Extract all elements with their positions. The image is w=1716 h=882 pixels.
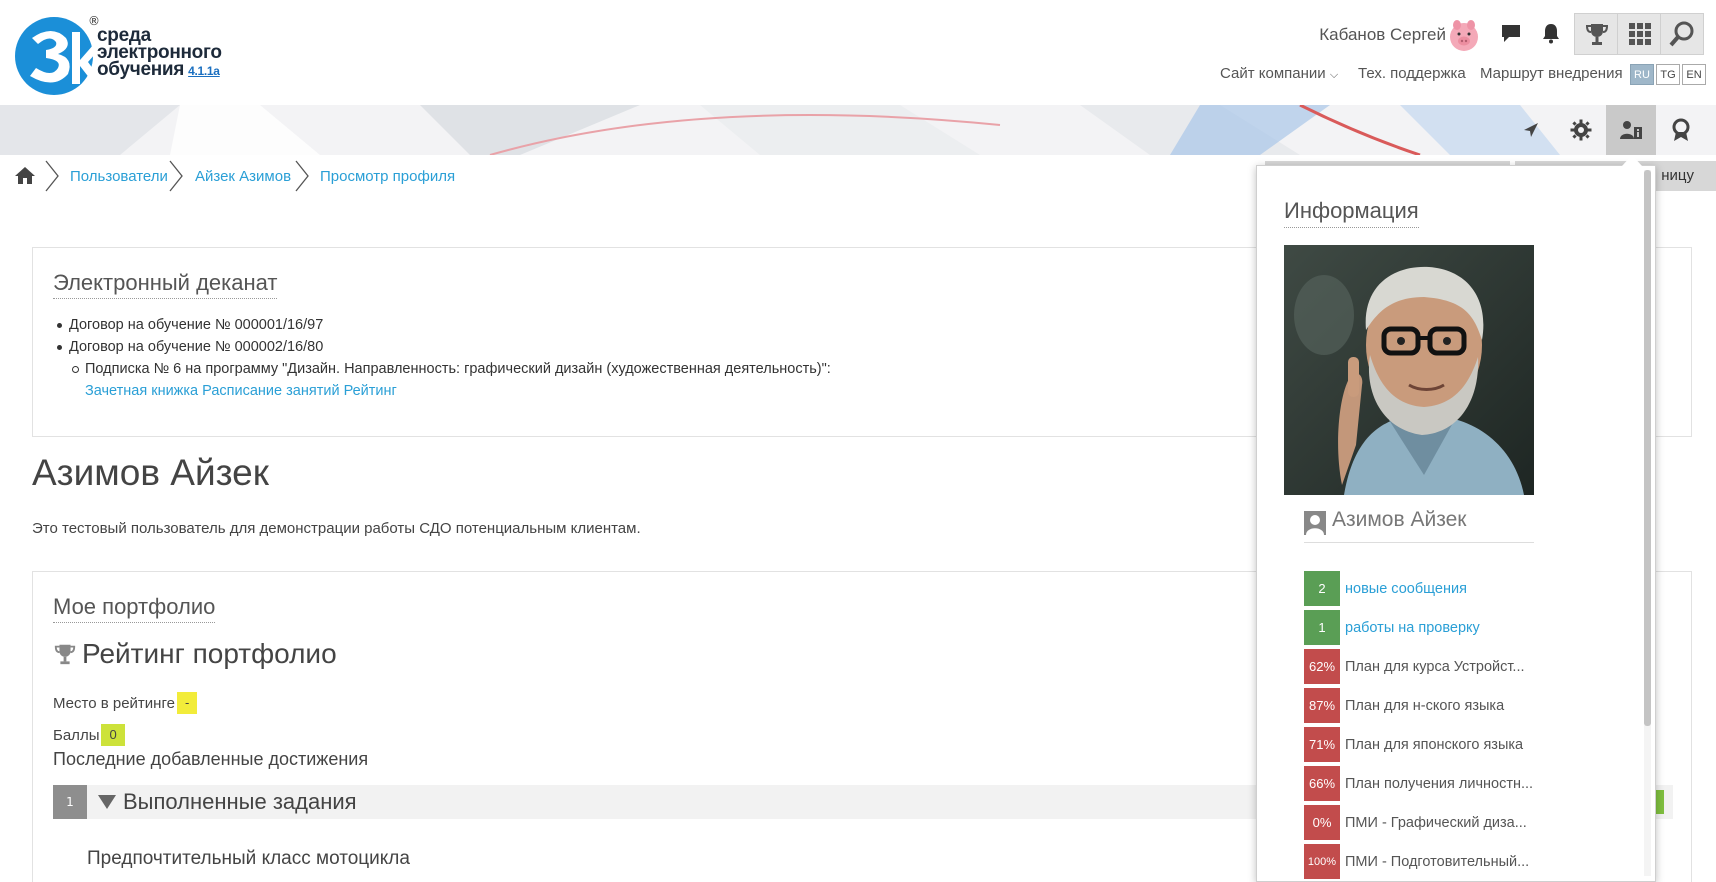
info-row-label: План для курса Устройст... — [1345, 658, 1525, 675]
score-label: Баллы — [53, 726, 100, 744]
info-row-label[interactable]: новые сообщения — [1345, 581, 1467, 597]
completed-tasks-count: 1 — [53, 785, 87, 819]
schedule-link[interactable]: Расписание занятий — [202, 383, 339, 399]
subscription-item: Подписка № 6 на программу "Дизайн. Напра… — [71, 358, 831, 380]
info-row-plan[interactable]: 71% План для японского языка — [1304, 727, 1604, 762]
portfolio-rating-label: Рейтинг портфолио — [82, 638, 337, 669]
progress-badge: 66% — [1304, 766, 1340, 801]
count-badge: 2 — [1304, 571, 1340, 606]
logo-line-3-text: обучения — [97, 59, 185, 80]
info-row-label: План для н-ского языка — [1345, 697, 1505, 714]
company-site-link[interactable]: Сайт компании ⌵ — [1220, 65, 1338, 82]
banner-decoration — [0, 105, 1560, 155]
contract-item: Договор на обучение № 000001/16/97 — [55, 314, 831, 336]
route-link[interactable]: Маршрут внедрения — [1480, 65, 1623, 82]
info-row-label: План для японского языка — [1345, 736, 1524, 753]
rating-place-label: Место в рейтинге — [53, 694, 175, 712]
latest-achievements-title: Последние добавленные достижения — [53, 749, 369, 769]
scrollbar-thumb[interactable] — [1644, 170, 1651, 726]
chevron-down-icon: ⌵ — [1329, 69, 1339, 81]
info-row-label: ПМИ - Графический диза... — [1345, 814, 1527, 831]
user-avatar-pig-icon[interactable] — [1446, 17, 1482, 53]
info-row-reviews[interactable]: 1 работы на проверку — [1304, 610, 1604, 645]
progress-badge: 0% — [1304, 805, 1340, 840]
info-row-plan[interactable]: 100% ПМИ - Подготовительный... — [1304, 844, 1604, 879]
page-header: ® среда электронного обучения 4.1.1a Каба… — [0, 0, 1716, 105]
info-row-label[interactable]: работы на проверку — [1345, 620, 1480, 636]
rating-place-value: - — [176, 692, 198, 714]
score-line: Баллы 0 — [53, 724, 125, 746]
lang-tg-button[interactable]: TG — [1656, 64, 1680, 85]
achievement-item-title: Предпочтительный класс мотоцикла — [87, 848, 410, 869]
progress-badge: 71% — [1304, 727, 1340, 762]
chat-bubble-icon[interactable] — [1494, 16, 1528, 50]
info-user-row: Азимов Айзек — [1304, 506, 1534, 543]
progress-badge: 100% — [1304, 844, 1340, 879]
info-title: Информация — [1284, 198, 1419, 228]
e-deanery-list: Договор на обучение № 000001/16/97 Догов… — [55, 314, 831, 402]
home-icon[interactable] — [14, 165, 36, 185]
profile-name: Азимов Айзек — [32, 452, 269, 493]
support-link[interactable]: Тех. поддержка — [1358, 65, 1466, 82]
info-dropdown: Информация Азимов Айзек 2 новые сообщени… — [1256, 165, 1656, 882]
rating-link[interactable]: Рейтинг — [344, 383, 397, 399]
profile-description: Это тестовый пользователь для демонстрац… — [32, 520, 641, 537]
user-photo — [1284, 245, 1534, 495]
info-row-plan[interactable]: 66% План получения личностн... — [1304, 766, 1604, 801]
contract-item: Договор на обучение № 000002/16/80 — [55, 336, 831, 358]
count-badge: 1 — [1304, 610, 1340, 645]
search-icon[interactable] — [1660, 13, 1704, 55]
breadcrumb-users[interactable]: Пользователи — [70, 168, 168, 185]
info-row-label: План получения личностн... — [1345, 775, 1534, 792]
user-info-icon[interactable] — [1606, 105, 1656, 155]
portfolio-title: Мое портфолио — [53, 594, 216, 623]
info-row-plan[interactable]: 62% План для курса Устройст... — [1304, 649, 1604, 684]
trophy-icon — [54, 644, 76, 665]
lang-en-button[interactable]: EN — [1682, 64, 1706, 85]
completed-tasks-label: Выполненные задания — [123, 789, 357, 814]
breadcrumb-separator-icon — [45, 160, 59, 192]
subscription-links: Зачетная книжка Расписание занятий Рейти… — [85, 380, 831, 402]
dropdown-arrow — [1622, 155, 1642, 166]
logo-line-3: обучения 4.1.1a — [97, 59, 222, 80]
trophy-icon[interactable] — [1574, 13, 1620, 55]
progress-badge: 87% — [1304, 688, 1340, 723]
version-link[interactable]: 4.1.1a — [188, 64, 220, 78]
info-user-name[interactable]: Азимов Айзек — [1332, 508, 1466, 532]
lang-ru-button[interactable]: RU — [1630, 64, 1654, 85]
breadcrumb-separator-icon — [169, 160, 183, 192]
info-row-plan[interactable]: 0% ПМИ - Графический диза... — [1304, 805, 1604, 840]
breadcrumb-view-profile[interactable]: Просмотр профиля — [320, 168, 455, 185]
progress-badge: 62% — [1304, 649, 1340, 684]
page-edit-button-label: ницу — [1661, 167, 1694, 184]
info-row-label: ПМИ - Подготовительный... — [1345, 853, 1530, 870]
user-icon — [1304, 511, 1326, 535]
gradebook-link[interactable]: Зачетная книжка — [85, 383, 198, 399]
breadcrumb-user[interactable]: Айзек Азимов — [195, 168, 291, 185]
bell-icon[interactable] — [1534, 16, 1568, 50]
info-row-messages[interactable]: 2 новые сообщения — [1304, 571, 1604, 606]
pin-icon[interactable] — [1506, 105, 1556, 155]
info-row-plan[interactable]: 87% План для н-ского языка — [1304, 688, 1604, 723]
triangle-down-icon — [98, 795, 116, 809]
portfolio-rating-title: Рейтинг портфолио — [53, 638, 337, 670]
header-banner — [0, 105, 1716, 155]
logo-text: среда электронного обучения 4.1.1a — [97, 26, 222, 80]
breadcrumb-separator-icon — [295, 160, 309, 192]
company-site-label: Сайт компании — [1220, 65, 1326, 82]
current-user-name[interactable]: Кабанов Сергей — [1319, 25, 1446, 45]
e-deanery-title: Электронный деканат — [53, 270, 278, 299]
rating-place-line: Место в рейтинге - — [53, 692, 198, 714]
gear-icon[interactable] — [1556, 105, 1606, 155]
badge-icon[interactable] — [1656, 105, 1706, 155]
grid-icon[interactable] — [1617, 13, 1663, 55]
score-value: 0 — [101, 724, 125, 746]
